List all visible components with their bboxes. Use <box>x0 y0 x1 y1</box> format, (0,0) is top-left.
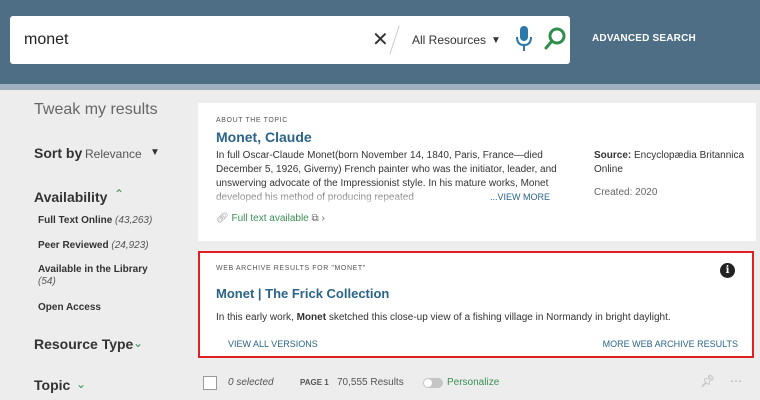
web-archive-card: WEB ARCHIVE RESULTS FOR "MONET" i Monet … <box>198 251 754 358</box>
view-more-link[interactable]: ...VIEW MORE <box>488 192 551 202</box>
more-options-icon[interactable]: ⋯ <box>730 374 742 388</box>
caret-down-icon[interactable]: ▼ <box>491 35 501 46</box>
search-box: monet ✕ All Resources ▼ <box>10 16 570 64</box>
page-indicator: PAGE 1 <box>300 378 329 387</box>
chevron-down-icon[interactable]: ⌄ <box>133 336 143 350</box>
facet-count: (24,923) <box>111 240 149 251</box>
selected-count: 0 selected <box>228 377 274 388</box>
sort-label: Sort by <box>34 145 83 161</box>
personalize-label[interactable]: Personalize <box>447 377 499 388</box>
advanced-search-link[interactable]: ADVANCED SEARCH <box>592 33 696 44</box>
facet-item-peer-reviewed[interactable]: Peer Reviewed (24,923) <box>38 240 149 251</box>
web-archive-title-link[interactable]: Monet | The Frick Collection <box>216 286 389 301</box>
facet-heading-topic[interactable]: Topic <box>34 377 70 393</box>
facet-label: Full Text Online <box>38 215 113 226</box>
search-header: monet ✕ All Resources ▼ ADVANCED SEARCH <box>0 0 760 84</box>
facet-label: Available in the Library <box>38 264 148 275</box>
divider <box>389 25 400 55</box>
web-archive-description: In this early work, Monet sketched this … <box>216 312 671 323</box>
select-all-checkbox[interactable] <box>203 376 217 390</box>
desc-highlight: Monet <box>296 312 327 323</box>
microphone-icon[interactable] <box>516 26 532 57</box>
topic-card: ABOUT THE TOPIC Monet, Claude In full Os… <box>198 103 756 241</box>
link-icon: 🔗︎ <box>216 213 229 224</box>
sort-select[interactable]: Relevance <box>85 147 142 161</box>
full-text-link[interactable]: 🔗︎ Full text available ⧉ › <box>216 213 325 224</box>
topic-title-link[interactable]: Monet, Claude <box>216 129 312 145</box>
desc-text: In this early work, <box>216 312 297 323</box>
facet-heading-availability[interactable]: Availability <box>34 189 107 205</box>
facet-item-full-text-online[interactable]: Full Text Online (43,263) <box>38 215 152 226</box>
clear-icon[interactable]: ✕ <box>372 28 389 52</box>
topic-card-label: ABOUT THE TOPIC <box>216 117 288 124</box>
sidebar-heading: Tweak my results <box>34 101 158 118</box>
web-archive-label: WEB ARCHIVE RESULTS FOR "MONET" <box>216 265 366 272</box>
facet-label: Peer Reviewed <box>38 240 109 251</box>
facet-label: Open Access <box>38 302 101 313</box>
header-stripe <box>0 84 760 90</box>
search-icon[interactable] <box>544 26 568 57</box>
source-label: Source: <box>594 150 632 161</box>
chevron-up-icon[interactable]: ⌃ <box>114 187 124 201</box>
facet-item-open-access[interactable]: Open Access <box>38 302 101 313</box>
results-count: 70,555 Results <box>337 377 404 388</box>
info-icon[interactable]: i <box>720 263 735 278</box>
toggle-knob <box>424 379 432 387</box>
source-info: Source: Encyclopædia Britannica Online <box>594 149 756 177</box>
search-input[interactable]: monet <box>24 16 68 64</box>
scope-select[interactable]: All Resources <box>412 16 486 64</box>
view-all-versions-link[interactable]: VIEW ALL VERSIONS <box>228 339 318 349</box>
chevron-down-icon[interactable]: ⌄ <box>76 377 86 391</box>
pin-icon[interactable]: 📌︎ <box>700 374 715 388</box>
facet-count: (54) <box>38 276 56 287</box>
caret-down-icon[interactable]: ▼ <box>150 147 160 158</box>
more-web-archive-link[interactable]: MORE WEB ARCHIVE RESULTS <box>603 339 738 349</box>
facet-item-available-in-library[interactable]: Available in the Library (54) <box>38 264 168 288</box>
external-link-icon: ⧉ <box>311 213 319 224</box>
full-text-label: Full text available <box>231 213 309 224</box>
created-date: Created: 2020 <box>594 187 658 198</box>
desc-text: sketched this close-up view of a fishing… <box>326 312 671 323</box>
personalize-toggle[interactable] <box>423 378 443 388</box>
facet-heading-resource-type[interactable]: Resource Type <box>34 336 133 352</box>
facet-count: (43,263) <box>115 215 153 226</box>
chevron-right-icon: › <box>321 213 325 224</box>
